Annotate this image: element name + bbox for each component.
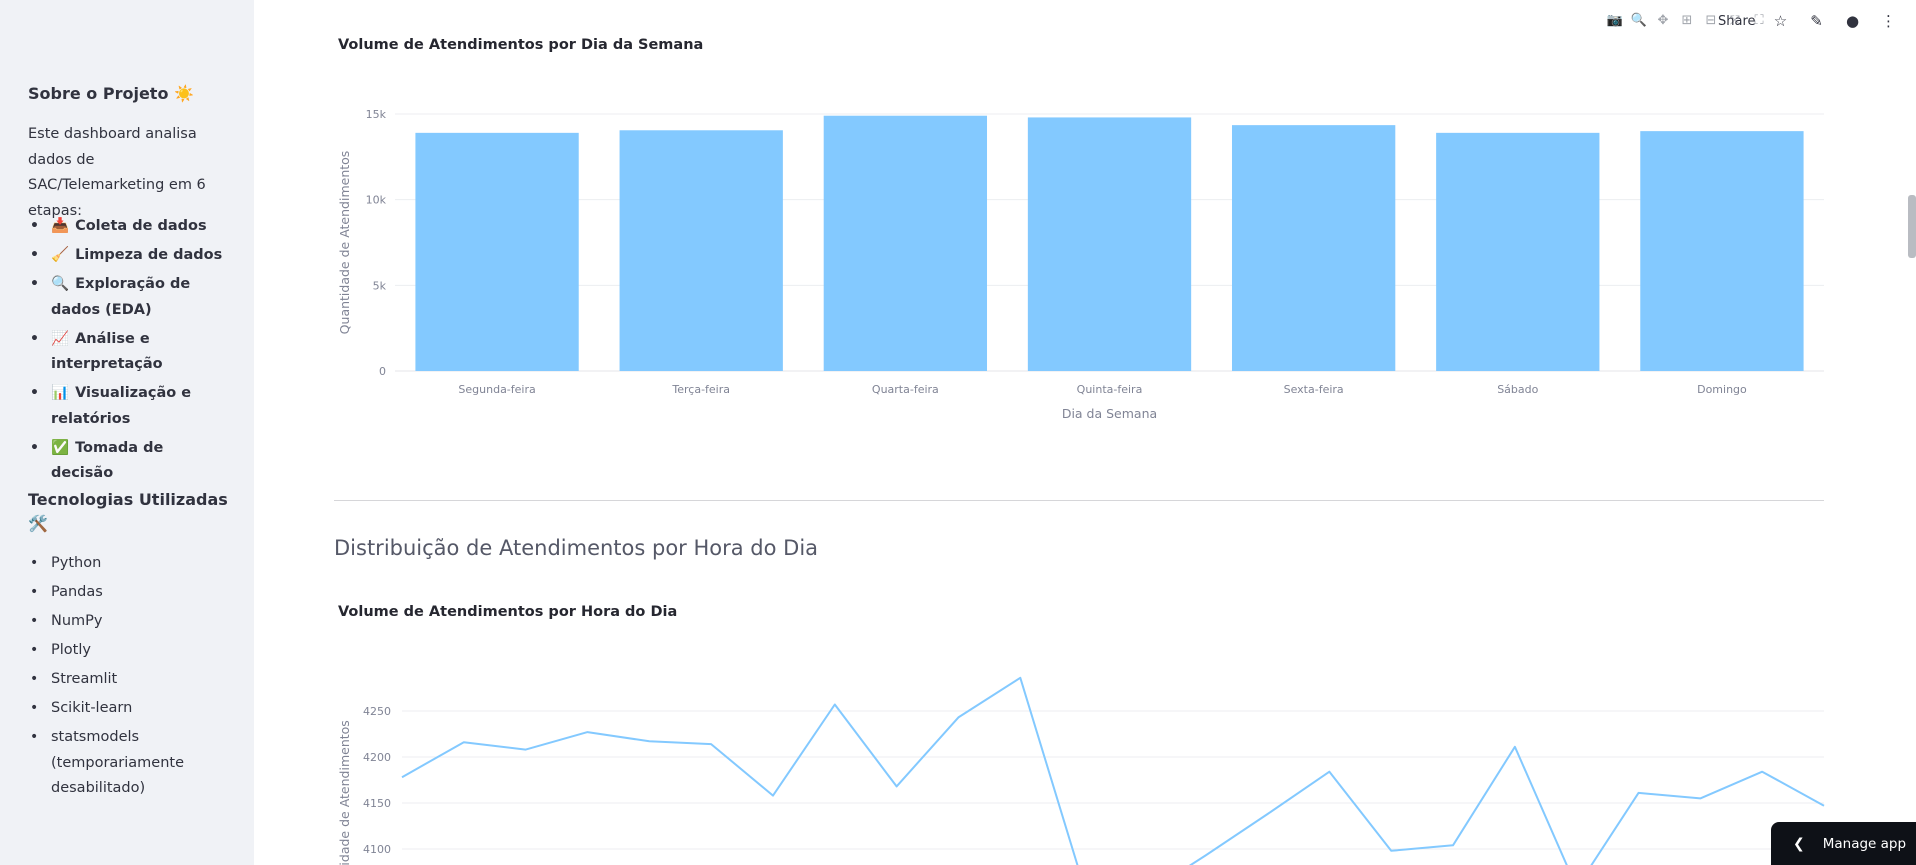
bar[interactable] [823, 115, 988, 371]
list-item: NumPy [28, 609, 228, 635]
y-tick-label: 0 [379, 365, 386, 378]
section-header-hourly: Distribuição de Atendimentos por Hora do… [334, 536, 819, 560]
x-tick-label: Sexta-feira [1284, 383, 1344, 396]
y-tick-label: 15k [366, 108, 387, 121]
list-item: Python [28, 551, 228, 577]
y-axis-label: Quantidade de Atendimentos [337, 151, 352, 335]
chevron-left-icon: ❮ [1793, 835, 1805, 852]
chart-title-hourly: Volume de Atendimentos por Hora do Dia [338, 604, 678, 620]
list-item: ✅Tomada de decisão [28, 436, 228, 487]
y-tick-label: 4250 [363, 705, 391, 718]
x-tick-label: Sábado [1497, 383, 1538, 396]
series-line[interactable] [401, 676, 1825, 865]
scrollbar-thumb[interactable] [1908, 195, 1916, 258]
bar[interactable] [619, 130, 783, 371]
bar[interactable] [1640, 131, 1804, 371]
x-tick-label: Segunda-feira [458, 383, 535, 396]
y-tick-label: 5k [373, 279, 387, 292]
x-axis-label: Dia da Semana [1062, 406, 1157, 421]
y-tick-label: 4150 [363, 797, 391, 810]
x-tick-label: Domingo [1697, 383, 1747, 396]
bar[interactable] [415, 132, 579, 371]
section-divider [334, 500, 1824, 501]
bar[interactable] [1231, 125, 1396, 372]
manage-app-button[interactable]: ❮ Manage app [1771, 822, 1916, 865]
bar[interactable] [1436, 132, 1600, 371]
list-item: Pandas [28, 580, 228, 606]
manage-app-label: Manage app [1822, 835, 1907, 852]
y-tick-label: 4200 [363, 751, 391, 764]
y-tick-label: 4100 [363, 843, 391, 856]
x-tick-label: Terça-feira [671, 383, 730, 396]
bar[interactable] [1027, 117, 1192, 371]
x-tick-label: Quarta-feira [872, 383, 939, 396]
y-axis-label: Quantidade de Atendimentos [337, 720, 352, 865]
y-tick-label: 10k [366, 194, 387, 207]
bar-chart-weekday: 0 5k 10k 15k Segunda-feira Terça-feira Quarta-… [337, 108, 1824, 421]
tech-title: Tecnologias Utilizadas 🛠️ [28, 490, 228, 533]
line-chart-hourly: 4100 4150 4200 4250 Quantidade de Atendiment… [337, 676, 1825, 865]
x-tick-label: Quinta-feira [1077, 383, 1143, 396]
